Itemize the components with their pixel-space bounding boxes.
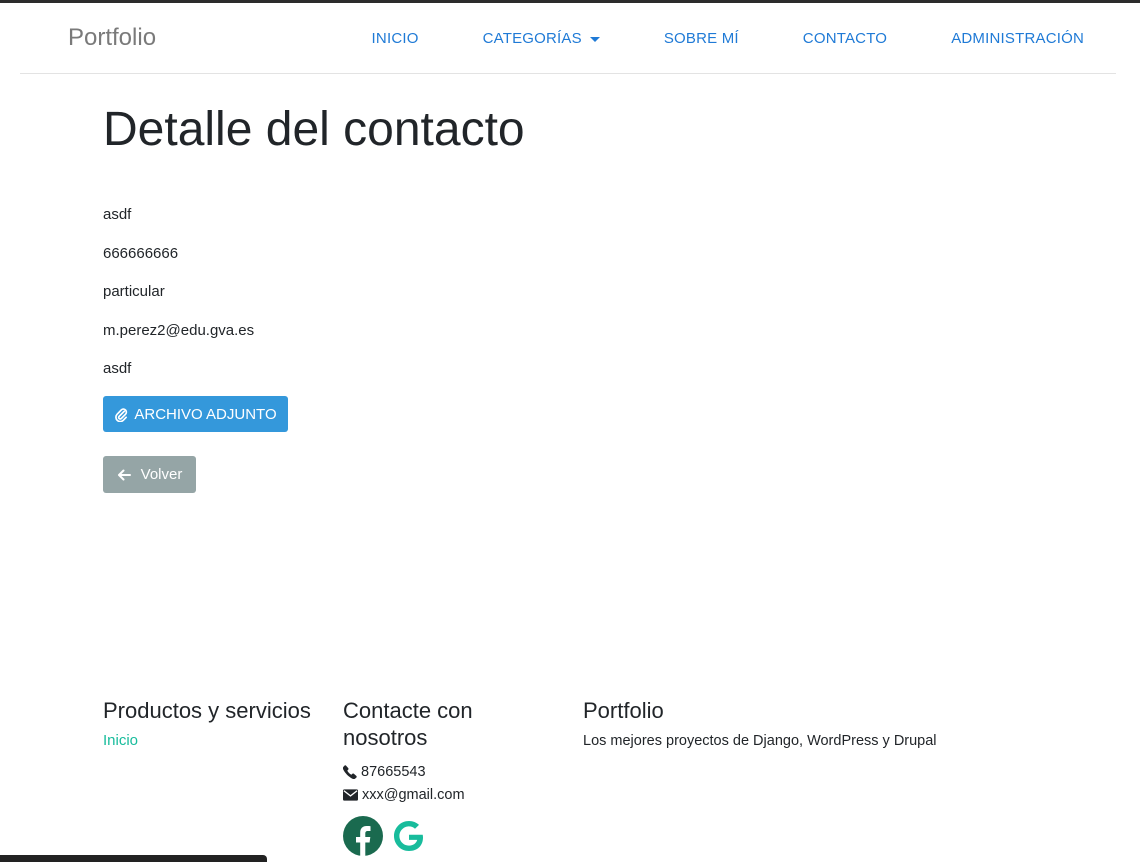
- facebook-icon[interactable]: [343, 816, 383, 861]
- navbar: Portfolio INICIO CATEGORÍAS SOBRE MÍ CON…: [20, 3, 1116, 74]
- nav-link-contacto[interactable]: CONTACTO: [803, 28, 887, 50]
- social-links: [343, 816, 543, 861]
- browser-status-bar: [0, 855, 267, 862]
- footer-link-inicio[interactable]: Inicio: [103, 732, 323, 750]
- contact-phone: 666666666: [103, 244, 179, 262]
- attachment-button-label: ARCHIVO ADJUNTO: [134, 405, 277, 423]
- footer-phone-row: 87665543: [343, 763, 543, 781]
- contact-fields: asdf 666666666 particular m.perez2@edu.g…: [103, 206, 254, 399]
- phone-icon: [343, 765, 357, 779]
- contact-type: particular: [103, 283, 165, 300]
- nav-link-sobre-mi[interactable]: SOBRE MÍ: [664, 28, 739, 50]
- contact-name: asdf: [103, 206, 132, 223]
- caret-down-icon: [589, 37, 600, 42]
- footer-products: Productos y servicios Inicio: [103, 697, 323, 750]
- paperclip-icon: [115, 407, 128, 422]
- nav-links: INICIO CATEGORÍAS SOBRE MÍ CONTACTO ADMI…: [308, 28, 1084, 50]
- footer-products-title: Productos y servicios: [103, 698, 311, 723]
- footer-phone: 87665543: [361, 764, 426, 780]
- footer-portfolio-title: Portfolio: [583, 698, 664, 723]
- brand-link[interactable]: Portfolio: [68, 23, 156, 53]
- contact-email: m.perez2@edu.gva.es: [103, 321, 255, 339]
- footer-email: xxx@gmail.com: [362, 787, 465, 803]
- back-button-label: Volver: [140, 466, 183, 483]
- google-icon[interactable]: [389, 816, 429, 861]
- footer-portfolio-description: Los mejores proyectos de Django, WordPre…: [583, 733, 937, 749]
- nav-link-administracion[interactable]: ADMINISTRACIÓN: [951, 28, 1084, 50]
- contact-message: asdf: [103, 360, 132, 377]
- footer-contact: Contacte con nosotros 87665543 xxx@gmail…: [343, 697, 543, 861]
- footer-email-row: xxx@gmail.com: [343, 786, 543, 804]
- nav-link-categorias[interactable]: CATEGORÍAS: [483, 28, 600, 50]
- attachment-button[interactable]: ARCHIVO ADJUNTO: [103, 396, 288, 432]
- page-title: Detalle del contacto: [103, 103, 525, 156]
- back-button[interactable]: Volver: [103, 456, 196, 493]
- footer-contact-title: Contacte con nosotros: [343, 698, 473, 750]
- envelope-icon: [343, 789, 358, 801]
- footer-portfolio: Portfolio Los mejores proyectos de Djang…: [583, 697, 1003, 750]
- nav-link-inicio[interactable]: INICIO: [372, 28, 419, 50]
- nav-link-categorias-label: CATEGORÍAS: [482, 30, 582, 47]
- arrow-left-icon: [117, 469, 131, 480]
